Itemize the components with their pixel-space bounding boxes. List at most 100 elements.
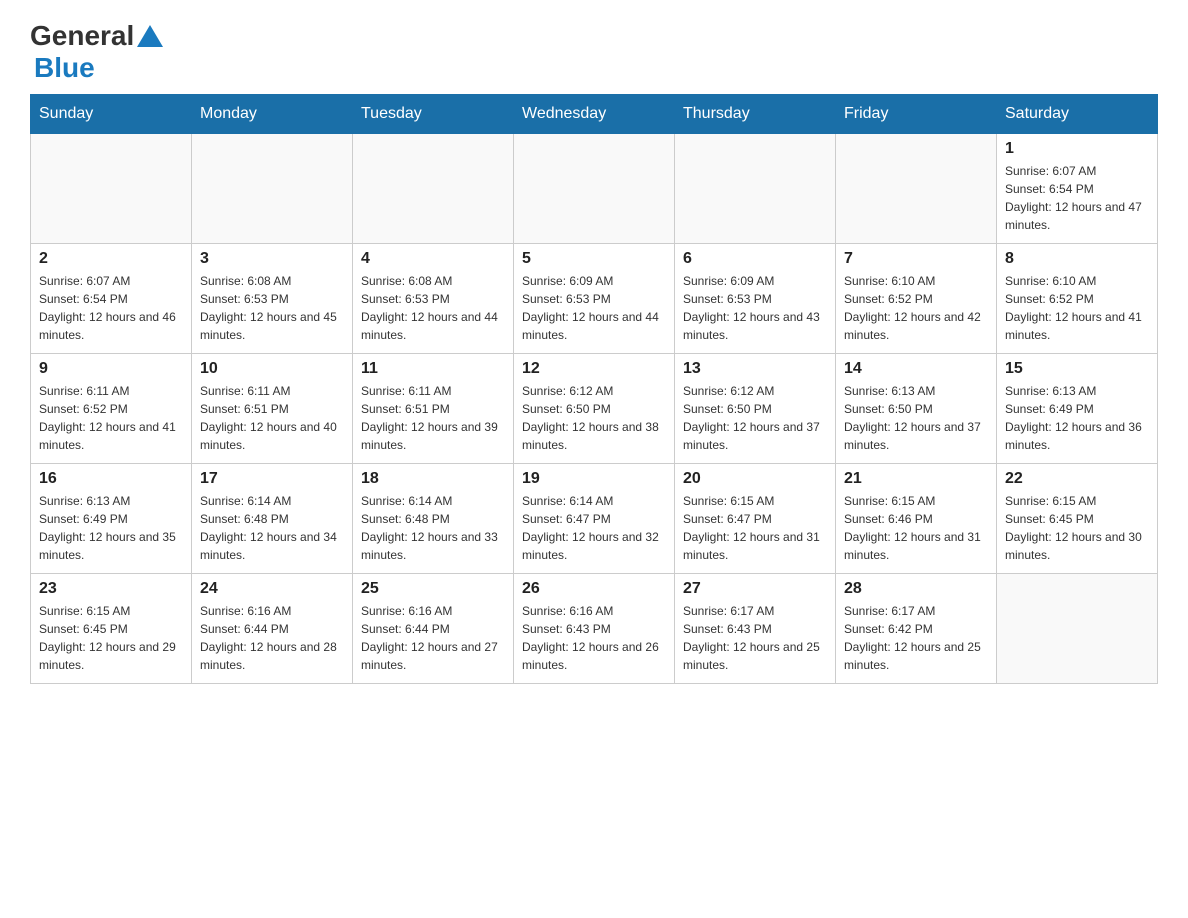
day-info: Sunrise: 6:09 AM Sunset: 6:53 PM Dayligh…: [522, 272, 666, 344]
day-info: Sunrise: 6:14 AM Sunset: 6:47 PM Dayligh…: [522, 492, 666, 564]
day-number: 16: [39, 470, 183, 488]
day-info: Sunrise: 6:11 AM Sunset: 6:52 PM Dayligh…: [39, 382, 183, 454]
day-number: 1: [1005, 140, 1149, 158]
day-info: Sunrise: 6:13 AM Sunset: 6:49 PM Dayligh…: [39, 492, 183, 564]
calendar-cell: 16 Sunrise: 6:13 AM Sunset: 6:49 PM Dayli…: [31, 464, 192, 574]
calendar-cell: 18 Sunrise: 6:14 AM Sunset: 6:48 PM Dayli…: [353, 464, 514, 574]
day-info: Sunrise: 6:15 AM Sunset: 6:45 PM Dayligh…: [1005, 492, 1149, 564]
day-of-week-header: Wednesday: [514, 95, 675, 134]
page-header: General Blue: [30, 20, 1158, 84]
calendar-cell: [997, 574, 1158, 684]
calendar-cell: 12 Sunrise: 6:12 AM Sunset: 6:50 PM Dayli…: [514, 354, 675, 464]
calendar-header-row: SundayMondayTuesdayWednesdayThursdayFrid…: [31, 95, 1158, 134]
calendar-week-row: 16 Sunrise: 6:13 AM Sunset: 6:49 PM Dayli…: [31, 464, 1158, 574]
day-info: Sunrise: 6:10 AM Sunset: 6:52 PM Dayligh…: [844, 272, 988, 344]
day-info: Sunrise: 6:07 AM Sunset: 6:54 PM Dayligh…: [1005, 162, 1149, 234]
calendar-cell: 26 Sunrise: 6:16 AM Sunset: 6:43 PM Dayli…: [514, 574, 675, 684]
calendar-cell: 21 Sunrise: 6:15 AM Sunset: 6:46 PM Dayli…: [836, 464, 997, 574]
calendar-cell: 14 Sunrise: 6:13 AM Sunset: 6:50 PM Dayli…: [836, 354, 997, 464]
logo-general-text: General: [30, 20, 134, 52]
day-number: 18: [361, 470, 505, 488]
calendar-cell: 17 Sunrise: 6:14 AM Sunset: 6:48 PM Dayli…: [192, 464, 353, 574]
day-number: 6: [683, 250, 827, 268]
day-info: Sunrise: 6:15 AM Sunset: 6:45 PM Dayligh…: [39, 602, 183, 674]
day-number: 10: [200, 360, 344, 378]
day-info: Sunrise: 6:11 AM Sunset: 6:51 PM Dayligh…: [361, 382, 505, 454]
day-number: 3: [200, 250, 344, 268]
day-info: Sunrise: 6:16 AM Sunset: 6:43 PM Dayligh…: [522, 602, 666, 674]
day-number: 24: [200, 580, 344, 598]
day-info: Sunrise: 6:10 AM Sunset: 6:52 PM Dayligh…: [1005, 272, 1149, 344]
day-info: Sunrise: 6:14 AM Sunset: 6:48 PM Dayligh…: [361, 492, 505, 564]
calendar-cell: 24 Sunrise: 6:16 AM Sunset: 6:44 PM Dayli…: [192, 574, 353, 684]
day-number: 9: [39, 360, 183, 378]
day-number: 20: [683, 470, 827, 488]
calendar-cell: 13 Sunrise: 6:12 AM Sunset: 6:50 PM Dayli…: [675, 354, 836, 464]
day-of-week-header: Monday: [192, 95, 353, 134]
calendar-cell: [675, 134, 836, 244]
day-number: 21: [844, 470, 988, 488]
calendar-cell: 25 Sunrise: 6:16 AM Sunset: 6:44 PM Dayli…: [353, 574, 514, 684]
calendar-cell: 28 Sunrise: 6:17 AM Sunset: 6:42 PM Dayli…: [836, 574, 997, 684]
calendar-cell: 5 Sunrise: 6:09 AM Sunset: 6:53 PM Daylig…: [514, 244, 675, 354]
day-info: Sunrise: 6:12 AM Sunset: 6:50 PM Dayligh…: [683, 382, 827, 454]
day-info: Sunrise: 6:14 AM Sunset: 6:48 PM Dayligh…: [200, 492, 344, 564]
day-number: 13: [683, 360, 827, 378]
calendar-week-row: 9 Sunrise: 6:11 AM Sunset: 6:52 PM Daylig…: [31, 354, 1158, 464]
logo-icon: [136, 22, 164, 50]
calendar-cell: 7 Sunrise: 6:10 AM Sunset: 6:52 PM Daylig…: [836, 244, 997, 354]
day-of-week-header: Friday: [836, 95, 997, 134]
day-info: Sunrise: 6:15 AM Sunset: 6:46 PM Dayligh…: [844, 492, 988, 564]
calendar-cell: 10 Sunrise: 6:11 AM Sunset: 6:51 PM Dayli…: [192, 354, 353, 464]
calendar-week-row: 2Sunrise: 6:07 AM Sunset: 6:54 PM Daylig…: [31, 244, 1158, 354]
calendar-week-row: 1 Sunrise: 6:07 AM Sunset: 6:54 PM Daylig…: [31, 134, 1158, 244]
logo: General Blue: [30, 20, 164, 84]
day-info: Sunrise: 6:13 AM Sunset: 6:50 PM Dayligh…: [844, 382, 988, 454]
calendar-cell: [192, 134, 353, 244]
day-of-week-header: Saturday: [997, 95, 1158, 134]
calendar-cell: 1 Sunrise: 6:07 AM Sunset: 6:54 PM Daylig…: [997, 134, 1158, 244]
logo-blue-text: Blue: [34, 52, 95, 83]
day-info: Sunrise: 6:11 AM Sunset: 6:51 PM Dayligh…: [200, 382, 344, 454]
day-number: 17: [200, 470, 344, 488]
calendar-cell: 3 Sunrise: 6:08 AM Sunset: 6:53 PM Daylig…: [192, 244, 353, 354]
day-info: Sunrise: 6:17 AM Sunset: 6:43 PM Dayligh…: [683, 602, 827, 674]
day-number: 19: [522, 470, 666, 488]
day-info: Sunrise: 6:08 AM Sunset: 6:53 PM Dayligh…: [361, 272, 505, 344]
day-info: Sunrise: 6:16 AM Sunset: 6:44 PM Dayligh…: [361, 602, 505, 674]
day-number: 23: [39, 580, 183, 598]
calendar-cell: 9 Sunrise: 6:11 AM Sunset: 6:52 PM Daylig…: [31, 354, 192, 464]
calendar-cell: 11 Sunrise: 6:11 AM Sunset: 6:51 PM Dayli…: [353, 354, 514, 464]
day-of-week-header: Tuesday: [353, 95, 514, 134]
day-info: Sunrise: 6:17 AM Sunset: 6:42 PM Dayligh…: [844, 602, 988, 674]
day-info: Sunrise: 6:08 AM Sunset: 6:53 PM Dayligh…: [200, 272, 344, 344]
day-number: 27: [683, 580, 827, 598]
calendar-cell: 27 Sunrise: 6:17 AM Sunset: 6:43 PM Dayli…: [675, 574, 836, 684]
calendar-cell: 2Sunrise: 6:07 AM Sunset: 6:54 PM Daylig…: [31, 244, 192, 354]
day-number: 25: [361, 580, 505, 598]
day-number: 8: [1005, 250, 1149, 268]
calendar-cell: 20Sunrise: 6:15 AM Sunset: 6:47 PM Dayli…: [675, 464, 836, 574]
day-number: 12: [522, 360, 666, 378]
day-number: 11: [361, 360, 505, 378]
calendar-cell: 19 Sunrise: 6:14 AM Sunset: 6:47 PM Dayli…: [514, 464, 675, 574]
day-number: 28: [844, 580, 988, 598]
calendar-cell: [514, 134, 675, 244]
day-number: 26: [522, 580, 666, 598]
day-info: Sunrise: 6:12 AM Sunset: 6:50 PM Dayligh…: [522, 382, 666, 454]
logo-container: General Blue: [30, 20, 164, 84]
calendar-cell: [353, 134, 514, 244]
calendar-week-row: 23 Sunrise: 6:15 AM Sunset: 6:45 PM Dayli…: [31, 574, 1158, 684]
day-info: Sunrise: 6:13 AM Sunset: 6:49 PM Dayligh…: [1005, 382, 1149, 454]
day-number: 7: [844, 250, 988, 268]
day-number: 5: [522, 250, 666, 268]
day-number: 4: [361, 250, 505, 268]
calendar-table: SundayMondayTuesdayWednesdayThursdayFrid…: [30, 94, 1158, 684]
day-number: 2: [39, 250, 183, 268]
calendar-cell: [836, 134, 997, 244]
day-number: 14: [844, 360, 988, 378]
calendar-cell: [31, 134, 192, 244]
day-info: Sunrise: 6:16 AM Sunset: 6:44 PM Dayligh…: [200, 602, 344, 674]
day-of-week-header: Thursday: [675, 95, 836, 134]
calendar-cell: 6Sunrise: 6:09 AM Sunset: 6:53 PM Daylig…: [675, 244, 836, 354]
